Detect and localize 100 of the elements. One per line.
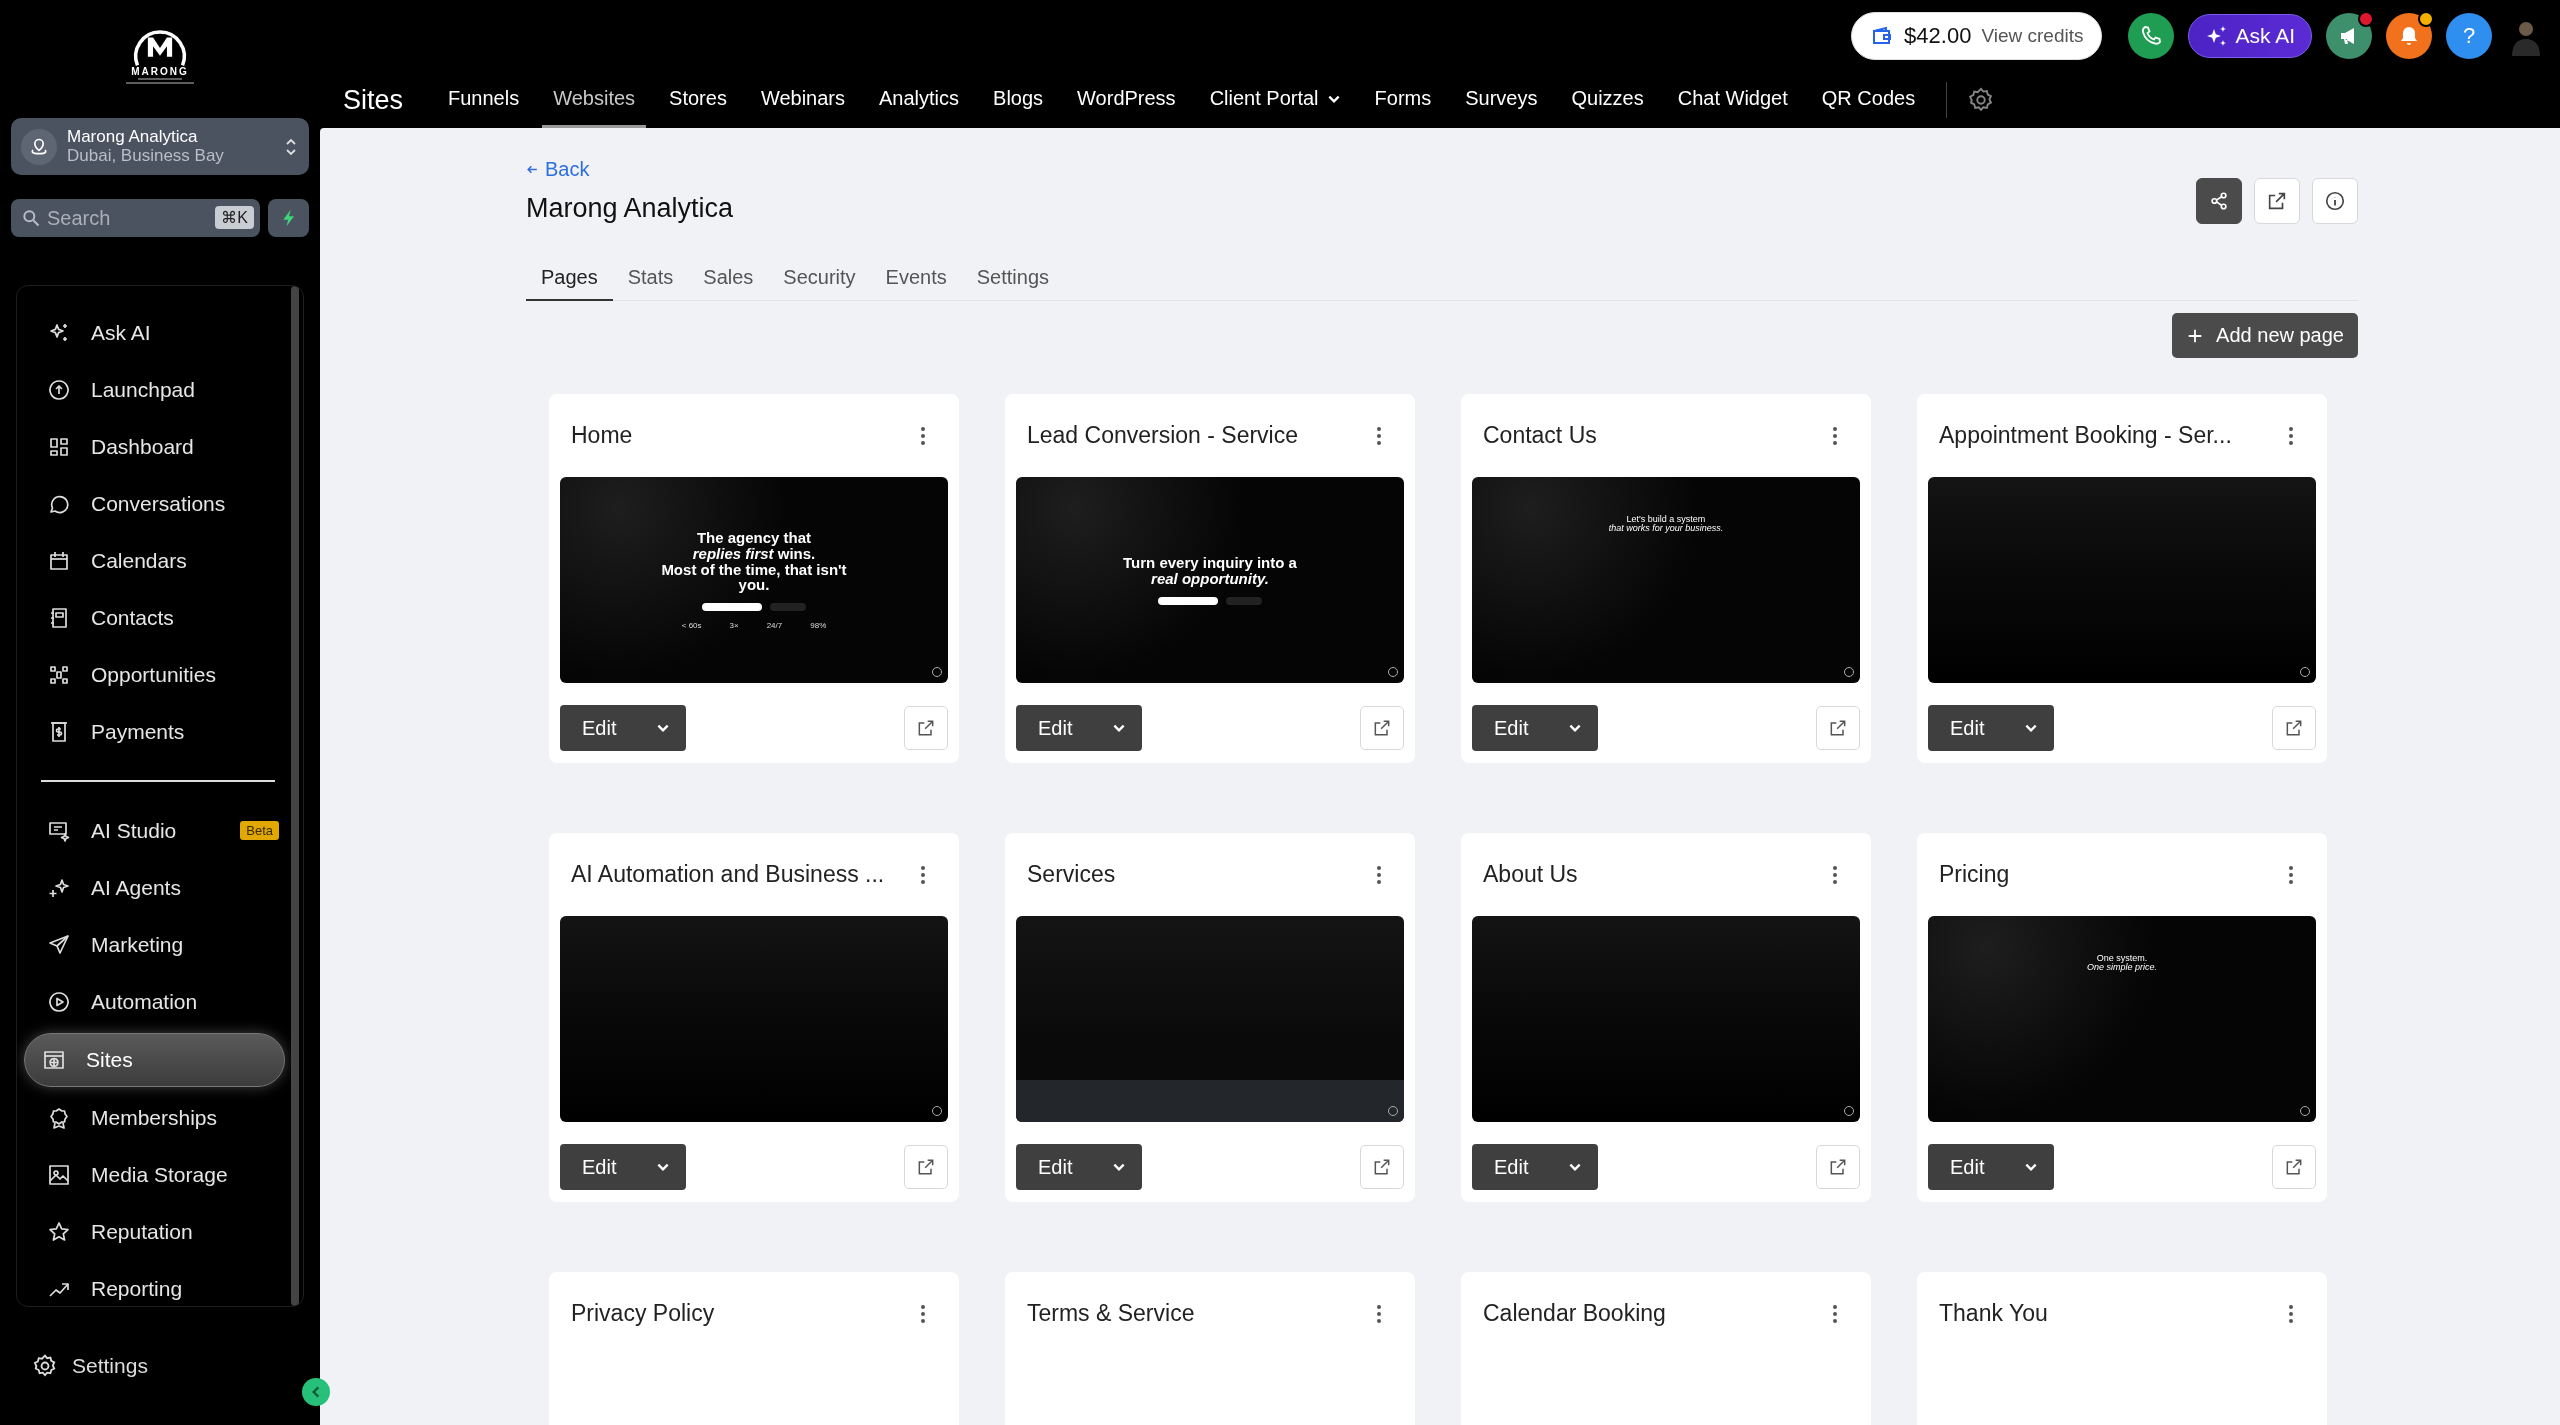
quick-action-button[interactable] xyxy=(268,199,309,237)
nav-tab[interactable]: Funnels xyxy=(437,72,531,128)
thumbnail-stat: < 60s xyxy=(681,621,702,630)
open-external-button[interactable] xyxy=(1816,706,1860,750)
more-options-icon[interactable] xyxy=(1376,425,1382,446)
page-thumbnail[interactable] xyxy=(1016,916,1404,1122)
open-external-button[interactable] xyxy=(1360,1145,1404,1189)
sidebar-item[interactable]: Ask AI xyxy=(17,304,285,361)
nav-tab[interactable]: Chat Widget xyxy=(1666,72,1799,128)
more-options-icon[interactable] xyxy=(2288,425,2294,446)
back-link[interactable]: Back xyxy=(526,158,734,181)
page-tab[interactable]: Stats xyxy=(612,266,689,301)
account-switcher[interactable]: Marong Analytica Dubai, Business Bay xyxy=(11,118,309,175)
sidebar-item[interactable]: AI Agents xyxy=(17,859,285,916)
sidebar-item[interactable]: Contacts xyxy=(17,589,285,646)
share-button[interactable] xyxy=(2196,178,2242,224)
more-options-icon[interactable] xyxy=(920,425,926,446)
sidebar-item[interactable]: Marketing xyxy=(17,916,285,973)
more-options-icon[interactable] xyxy=(920,864,926,885)
page-name: Services xyxy=(1027,861,1116,888)
menu-icon xyxy=(47,377,71,402)
more-options-icon[interactable] xyxy=(920,1303,926,1324)
sidebar-item[interactable]: Sites xyxy=(24,1033,285,1087)
open-external-button[interactable] xyxy=(1816,1145,1860,1189)
edit-button[interactable]: Edit xyxy=(560,705,686,751)
edit-button[interactable]: Edit xyxy=(1016,705,1142,751)
sidebar-item[interactable]: Calendars xyxy=(17,532,285,589)
page-thumbnail[interactable]: One system. One simple price. xyxy=(1928,916,2316,1122)
nav-tab[interactable]: Quizzes xyxy=(1560,72,1655,128)
nav-tab[interactable]: Webinars xyxy=(749,72,856,128)
nav-tab[interactable]: Client Portal xyxy=(1198,72,1352,128)
page-tab[interactable]: Sales xyxy=(688,266,769,301)
sidebar-item[interactable]: AI Studio Beta xyxy=(17,802,285,859)
more-options-icon[interactable] xyxy=(1832,864,1838,885)
ask-ai-button[interactable]: Ask AI xyxy=(2188,14,2312,58)
edit-button[interactable]: Edit xyxy=(1016,1144,1142,1190)
edit-button[interactable]: Edit xyxy=(1472,1144,1598,1190)
external-link-icon xyxy=(1372,1157,1392,1177)
page-name: Thank You xyxy=(1939,1300,2048,1327)
more-options-icon[interactable] xyxy=(1832,425,1838,446)
nav-tab[interactable]: Blogs xyxy=(982,72,1055,128)
more-options-icon[interactable] xyxy=(1376,1303,1382,1324)
sidebar-item[interactable]: Automation xyxy=(17,973,285,1030)
thumbnail-headline: Turn every inquiry into a real opportunity. xyxy=(1123,555,1297,587)
more-options-icon[interactable] xyxy=(1376,864,1382,885)
page-thumbnail[interactable]: The agency that replies first wins. Most of the time, that isn't you. < 60s 3× 24/7 98% xyxy=(560,477,948,683)
open-external-button[interactable] xyxy=(1360,706,1404,750)
page-thumbnail[interactable] xyxy=(560,916,948,1122)
beta-badge: Beta xyxy=(240,821,279,840)
sidebar-item[interactable]: Reputation xyxy=(17,1203,285,1260)
open-external-button[interactable] xyxy=(904,1145,948,1189)
page-thumbnail[interactable] xyxy=(1472,916,1860,1122)
nav-tab[interactable]: Stores xyxy=(658,72,738,128)
nav-tab[interactable]: Analytics xyxy=(868,72,971,128)
edit-button[interactable]: Edit xyxy=(560,1144,686,1190)
announcements-button[interactable] xyxy=(2326,13,2372,59)
info-button[interactable] xyxy=(2312,178,2358,224)
page-thumbnail[interactable]: Let's build a system that works for your business. xyxy=(1472,477,1860,683)
nav-tab[interactable]: QR Codes xyxy=(1810,72,1927,128)
more-options-icon[interactable] xyxy=(2288,1303,2294,1324)
phone-button[interactable] xyxy=(2128,13,2175,59)
sidebar-item[interactable]: Conversations xyxy=(17,475,285,532)
credits-button[interactable]: $42.00 View credits xyxy=(1851,12,2103,60)
view-credits-link[interactable]: View credits xyxy=(1981,25,2084,47)
sidebar-item[interactable]: Opportunities xyxy=(17,646,285,703)
more-options-icon[interactable] xyxy=(1832,1303,1838,1324)
sidebar-item[interactable]: Launchpad xyxy=(17,361,285,418)
page-tab[interactable]: Security xyxy=(768,266,871,301)
company-logo: MARONG xyxy=(0,0,320,118)
page-thumbnail[interactable] xyxy=(1928,477,2316,683)
page-name: Appointment Booking - Ser... xyxy=(1939,422,2232,449)
edit-button[interactable]: Edit xyxy=(1928,705,2054,751)
notifications-button[interactable] xyxy=(2386,13,2432,59)
thumbnail-stat: 3× xyxy=(729,621,739,630)
page-tab[interactable]: Events xyxy=(870,266,962,301)
edit-button[interactable]: Edit xyxy=(1472,705,1598,751)
settings-link[interactable]: Settings xyxy=(32,1353,148,1379)
page-name: Lead Conversion - Service xyxy=(1027,422,1299,449)
sidebar-item[interactable]: Memberships xyxy=(17,1089,285,1146)
open-external-button[interactable] xyxy=(2272,706,2316,750)
page-thumbnail[interactable]: Turn every inquiry into a real opportunity. xyxy=(1016,477,1404,683)
page-tab[interactable]: Settings xyxy=(961,266,1064,301)
page-tab[interactable]: Pages xyxy=(526,266,613,301)
open-external-button[interactable] xyxy=(904,706,948,750)
page-name: AI Automation and Business ... xyxy=(571,861,885,888)
nav-tab[interactable]: Surveys xyxy=(1454,72,1549,128)
sidebar-item[interactable]: Payments xyxy=(17,703,285,760)
open-external-button[interactable] xyxy=(2272,1145,2316,1189)
edit-button[interactable]: Edit xyxy=(1928,1144,2054,1190)
more-options-icon[interactable] xyxy=(2288,864,2294,885)
sidebar-item[interactable]: Dashboard xyxy=(17,418,285,475)
nav-tab[interactable]: Forms xyxy=(1363,72,1443,128)
collapse-button[interactable] xyxy=(302,1377,330,1406)
sidebar-item[interactable]: Reporting xyxy=(17,1260,285,1306)
add-page-button[interactable]: Add new page xyxy=(2172,313,2358,358)
sidebar-item[interactable]: Media Storage xyxy=(17,1146,285,1203)
nav-tab[interactable]: WordPress xyxy=(1066,72,1187,128)
open-external-button[interactable] xyxy=(2254,178,2300,224)
scrollbar[interactable] xyxy=(291,286,299,1306)
arrow-left-icon xyxy=(526,163,539,176)
